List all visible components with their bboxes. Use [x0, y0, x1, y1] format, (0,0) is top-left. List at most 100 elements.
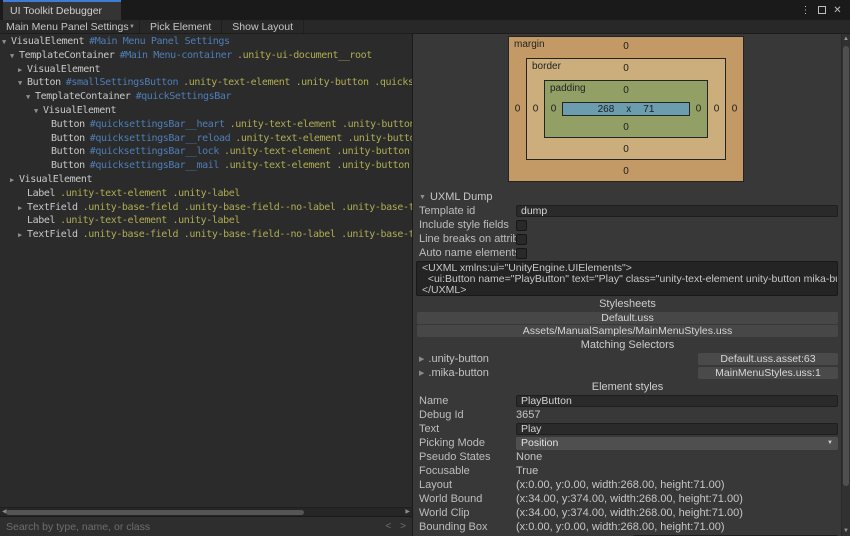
tree-row[interactable]: ▼TemplateContainer#quickSettingsBar: [0, 90, 412, 104]
foldout-closed-icon[interactable]: ▶: [18, 202, 27, 215]
tree-element-classes: .unity-base-field .unity-base-field--no-…: [83, 229, 412, 240]
window-tab[interactable]: UI Toolkit Debugger: [3, 0, 121, 20]
element-style-row: Pseudo StatesNone: [414, 450, 841, 464]
search-next-button[interactable]: >: [400, 521, 406, 532]
tree-row[interactable]: Label .unity-text-element .unity-label: [0, 214, 412, 228]
stylesheet-button[interactable]: Assets/ManualSamples/MainMenuStyles.uss: [417, 325, 838, 337]
tree-element-type: VisualElement: [19, 174, 92, 185]
element-style-row: NamePlayButton: [414, 394, 841, 408]
style-text-field[interactable]: PlayButton: [516, 395, 838, 407]
close-icon[interactable]: ✕: [832, 4, 843, 16]
panel-picker-label: Main Menu Panel Settings: [6, 21, 129, 33]
margin-bottom-value: 0: [509, 166, 743, 177]
search-input[interactable]: [6, 521, 376, 533]
style-dropdown[interactable]: Position▼: [516, 437, 838, 450]
titlebar: UI Toolkit Debugger ⋮ ✕: [0, 0, 850, 20]
style-row-label: Focusable: [414, 465, 516, 477]
tree-element-classes: .unity-text-element .unity-button .quick…: [183, 77, 412, 88]
tree-element-type: Label: [27, 188, 55, 199]
element-style-row: Layout(x:0.00, y:0.00, width:268.00, hei…: [414, 478, 841, 492]
tree-row[interactable]: Button#quicksettingsBar__reload.unity-te…: [0, 132, 412, 146]
style-row-value: (x:0.00, y:0.00, width:268.00, height:71…: [516, 479, 725, 491]
stylesheet-button[interactable]: Default.uss: [417, 312, 838, 324]
horizontal-scrollbar-thumb[interactable]: [6, 510, 304, 515]
foldout-open-icon[interactable]: ▼: [18, 77, 27, 90]
foldout-closed-icon[interactable]: ▶: [18, 64, 27, 77]
tree-row[interactable]: Button#quicksettingsBar__lock.unity-text…: [0, 145, 412, 159]
tree-row[interactable]: ▶VisualElement: [0, 173, 412, 187]
style-text-field[interactable]: Play: [516, 423, 838, 435]
uxml-dump-foldout[interactable]: ▼ UXML Dump: [414, 190, 841, 204]
style-row-value: (x:0.00, y:0.00, width:268.00, height:71…: [516, 521, 725, 533]
tree-element-type: VisualElement: [43, 105, 116, 116]
style-row-label: World Clip: [414, 507, 516, 519]
checkbox[interactable]: [516, 248, 527, 259]
box-model-content: 268 x 71: [562, 102, 690, 116]
foldout-open-icon[interactable]: ▼: [10, 50, 19, 63]
foldout-open-icon[interactable]: ▼: [414, 194, 426, 201]
element-style-row: TextPlay: [414, 422, 841, 436]
tree-element-type: TextField: [27, 229, 78, 240]
kebab-menu-icon[interactable]: ⋮: [800, 4, 811, 16]
panel-picker-dropdown[interactable]: Main Menu Panel Settings ▼: [0, 20, 140, 33]
tree-row[interactable]: ▼VisualElement#Main Menu Panel Settings: [0, 35, 412, 49]
tree-element-type: Label: [27, 215, 55, 226]
uxml-dump-textarea[interactable]: <UXML xmlns:ui="UnityEngine.UIElements">…: [416, 261, 838, 296]
foldout-open-icon[interactable]: ▼: [34, 105, 43, 118]
stylesheets-header: Stylesheets: [414, 297, 841, 311]
tree-row[interactable]: ▶TextField .unity-base-field .unity-base-…: [0, 228, 412, 242]
tree-element-classes: .unity-base-field .unity-base-field--no-…: [83, 202, 412, 213]
tree-element-type: Button: [51, 146, 85, 157]
tree-row[interactable]: ▼Button#smallSettingsButton.unity-text-e…: [0, 76, 412, 90]
tree-row[interactable]: ▼TemplateContainer#Main Menu-container.u…: [0, 49, 412, 63]
show-layout-button[interactable]: Show Layout: [222, 20, 304, 33]
margin-right-value: 0: [726, 104, 743, 115]
vertical-scrollbar[interactable]: ▲ ▼: [841, 34, 850, 536]
template-id-field[interactable]: dump: [516, 205, 838, 217]
foldout-open-icon[interactable]: ▼: [2, 36, 11, 49]
horizontal-scrollbar[interactable]: ◀ ▶: [0, 507, 412, 516]
style-row-value: (x:34.00, y:374.00, width:268.00, height…: [516, 493, 743, 505]
tree-element-type: Button: [51, 133, 85, 144]
foldout-closed-icon[interactable]: ▶: [414, 369, 424, 377]
uxml-dump-line: <ui:Button name="PlayButton" text="Play"…: [422, 274, 832, 285]
search-prev-button[interactable]: <: [385, 521, 391, 532]
border-bottom-value: 0: [527, 144, 725, 155]
margin-left-value: 0: [509, 104, 526, 115]
scroll-up-icon[interactable]: ▲: [842, 36, 850, 42]
scroll-right-icon[interactable]: ▶: [405, 508, 410, 517]
tree-row[interactable]: Button#quicksettingsBar__heart.unity-tex…: [0, 118, 412, 132]
tree-element-type: VisualElement: [11, 36, 84, 47]
foldout-closed-icon[interactable]: ▶: [10, 174, 19, 187]
margin-top-value: 0: [509, 41, 743, 52]
padding-right-value: 0: [690, 104, 707, 115]
tree-row[interactable]: Label.unity-text-element .unity-label: [0, 187, 412, 201]
selector-source-button[interactable]: MainMenuStyles.uss:1: [698, 367, 838, 379]
tree-element-classes: .unity-ui-document__root: [237, 50, 372, 61]
tree-element-classes: .unity-text-element .unity-label: [60, 215, 240, 226]
scroll-down-icon[interactable]: ▼: [842, 528, 850, 534]
foldout-open-icon[interactable]: ▼: [26, 91, 35, 104]
uxml-option-row: Auto name elements: [414, 246, 841, 260]
selector-source-button[interactable]: Default.uss.asset:63: [698, 353, 838, 365]
foldout-closed-icon[interactable]: ▶: [18, 229, 27, 242]
checkbox[interactable]: [516, 220, 527, 231]
tree-row[interactable]: Button#quicksettingsBar__mail.unity-text…: [0, 159, 412, 173]
style-row-label: Picking Mode: [414, 437, 516, 449]
pick-element-button[interactable]: Pick Element: [140, 20, 222, 33]
element-style-row: World Bound(x:34.00, y:374.00, width:268…: [414, 492, 841, 506]
tree-row[interactable]: ▶TextField.unity-base-field .unity-base-…: [0, 201, 412, 215]
checkbox[interactable]: [516, 234, 527, 245]
tree-row[interactable]: ▶VisualElement: [0, 63, 412, 77]
maximize-icon[interactable]: [816, 4, 827, 16]
style-row-value: 3657: [516, 409, 540, 421]
matching-selectors-header: Matching Selectors: [414, 338, 841, 352]
checkbox-label: Include style fields: [414, 219, 516, 231]
foldout-closed-icon[interactable]: ▶: [414, 355, 424, 363]
tree-element-name: #quicksettingsBar__heart: [90, 119, 225, 130]
style-row-label: Text: [414, 423, 516, 435]
vertical-scrollbar-thumb[interactable]: [843, 46, 849, 486]
tree-element-name: #quicksettingsBar__lock: [90, 146, 219, 157]
style-row-value: (x:34.00, y:374.00, width:268.00, height…: [516, 507, 743, 519]
tree-row[interactable]: ▼VisualElement: [0, 104, 412, 118]
